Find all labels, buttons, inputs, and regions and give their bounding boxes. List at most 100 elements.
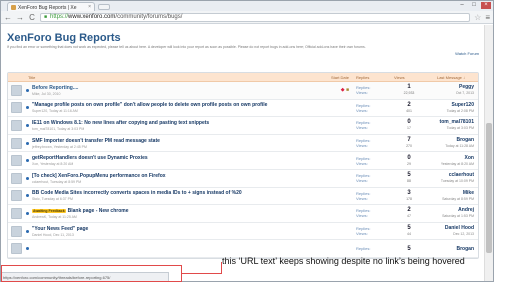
- thread-title-line: "Manage profile posts on own profile" do…: [32, 102, 324, 108]
- thread-meta: tom_mal78101, Today at 3:03 PM: [32, 126, 85, 131]
- thread-info: IE11 on Windows 8.1: No new lines after …: [32, 120, 324, 131]
- last-message: Andrej Saturday at 1:53 PM: [424, 207, 478, 219]
- unread-dot-icon: [26, 247, 29, 251]
- avatar[interactable]: [11, 155, 22, 167]
- window-close-button[interactable]: ×: [481, 2, 491, 9]
- thread-meta: jeffrey.brown, Yesterday at 2:45 PM: [32, 144, 87, 149]
- last-post-date[interactable]: Yesterday at 8:20 AM: [424, 161, 474, 167]
- thread-row[interactable]: "Manage profile posts on own profile" do…: [8, 99, 478, 118]
- thread-title-link[interactable]: IE11 on Windows 8.1: No new lines after …: [32, 120, 209, 126]
- last-post-date[interactable]: Saturday at 8:59 PM: [424, 196, 474, 202]
- thread-stats: 0 17: [394, 119, 424, 131]
- last-post-date[interactable]: Dec 12, 2013: [424, 231, 474, 237]
- thread-stats: 7 270: [394, 137, 424, 149]
- views-label: Views:: [356, 231, 368, 237]
- bookmark-star-icon[interactable]: ☆: [474, 13, 481, 22]
- header-title[interactable]: Title: [8, 75, 324, 80]
- thread-title-link[interactable]: Blank page - New chrome: [68, 208, 129, 214]
- thread-meta: Stoic, Tuesday at 6:37 PM: [32, 197, 73, 202]
- thread-title-line: [To check] XenForo.PopupMenu performance…: [32, 173, 324, 179]
- thread-info: "Manage profile posts on own profile" do…: [32, 102, 324, 113]
- thread-stats: 3 178: [394, 190, 424, 202]
- thread-prefix-badge[interactable]: Awaiting Feedback: [32, 208, 66, 213]
- avatar[interactable]: [11, 225, 22, 237]
- thread-row[interactable]: getReportHandlers doesn't use Dynamic Pr…: [8, 152, 478, 170]
- header-start-date[interactable]: Start Date: [324, 75, 352, 80]
- watch-forum-link[interactable]: Watch Forum: [7, 50, 479, 58]
- thread-title-link[interactable]: "Manage profile posts on own profile" do…: [32, 102, 267, 108]
- pagination-area: [7, 58, 479, 72]
- avatar[interactable]: [11, 172, 22, 184]
- thread-info: "Your News Feed" page Daniel Hood, Dec 11…: [32, 226, 324, 237]
- annotation-line: [182, 273, 222, 274]
- views-count: 270: [406, 144, 412, 149]
- last-post-date[interactable]: Today at 2:08 PM: [424, 108, 474, 114]
- avatar[interactable]: [11, 84, 22, 96]
- header-last-message[interactable]: Last Message ↓: [424, 75, 478, 80]
- back-arrow-icon[interactable]: ←: [4, 13, 12, 22]
- page-content: XenForo Bug Reports If you find an error…: [1, 25, 485, 281]
- thread-title-line: IE11 on Windows 8.1: No new lines after …: [32, 120, 324, 126]
- thread-title-line: "Your News Feed" page: [32, 226, 324, 232]
- last-post-date[interactable]: Today at 3:03 PM: [424, 125, 474, 131]
- thread-stat-labels: Replies: Views:: [352, 103, 394, 113]
- sticky-pin-icon: ◆: [340, 87, 345, 94]
- thread-title-line: getReportHandlers doesn't use Dynamic Pr…: [32, 155, 324, 161]
- avatar[interactable]: [11, 207, 22, 219]
- header-views[interactable]: Views: [394, 75, 424, 80]
- avatar[interactable]: [11, 119, 22, 131]
- last-poster-link[interactable]: Brogan: [424, 246, 475, 252]
- avatar[interactable]: [11, 137, 22, 149]
- unread-dot-icon: [26, 229, 29, 233]
- thread-meta: Xon, Yesterday at 8:20 AM: [32, 162, 74, 167]
- reload-icon[interactable]: C: [28, 13, 36, 22]
- unread-dot-icon: [26, 141, 29, 145]
- header-replies[interactable]: Replies: [352, 75, 394, 80]
- last-post-date[interactable]: Saturday at 1:53 PM: [424, 213, 474, 219]
- thread-row[interactable]: [To check] XenForo.PopupMenu performance…: [8, 169, 478, 188]
- thread-stats: 5: [394, 246, 424, 252]
- thread-row[interactable]: "Your News Feed" page Daniel Hood, Dec 11…: [8, 222, 478, 241]
- thread-stats: 2 401: [394, 102, 424, 114]
- address-bar[interactable]: ■ https://www.xenforo.com/community/foru…: [40, 12, 471, 22]
- thread-title-link[interactable]: BB Code Media Sites incorrectly converts…: [32, 190, 242, 196]
- forward-arrow-icon[interactable]: →: [16, 13, 24, 22]
- thread-stat-labels: Replies: Views:: [352, 85, 394, 95]
- last-message: Daniel Hood Dec 12, 2013: [424, 225, 478, 237]
- url-path: /community/forums/bugs/: [115, 14, 183, 20]
- thread-title-link[interactable]: SMF Importer doesn't transfer PM read me…: [32, 138, 160, 144]
- thread-row[interactable]: IE11 on Windows 8.1: No new lines after …: [8, 117, 478, 135]
- thread-title-link[interactable]: Before Reporting....: [32, 85, 78, 91]
- page-title: XenForo Bug Reports: [7, 32, 121, 44]
- thread-stat-labels: Replies: Views:: [352, 138, 394, 148]
- avatar[interactable]: [11, 243, 22, 255]
- thread-rows: Before Reporting.... Mike, Jul 30, 2010 ◆ …: [8, 82, 478, 258]
- avatar[interactable]: [11, 102, 22, 114]
- minimize-button[interactable]: –: [457, 2, 467, 9]
- vertical-scrollbar[interactable]: [484, 25, 493, 281]
- thread-row[interactable]: Before Reporting.... Mike, Jul 30, 2010 ◆ …: [8, 82, 478, 100]
- unread-dot-icon: [26, 159, 29, 163]
- thread-list: Title Start Date Replies Views Last Mess…: [7, 72, 479, 259]
- last-post-date[interactable]: Tuesday at 10:09 PM: [424, 178, 474, 184]
- views-count: 178: [406, 196, 412, 201]
- new-tab-button[interactable]: [98, 4, 110, 10]
- last-post-date[interactable]: Today at 11:28 AM: [424, 143, 474, 149]
- last-post-date[interactable]: Oct 7, 2013: [424, 90, 474, 96]
- thread-row[interactable]: Awaiting Feedback Blank page - New chrome…: [8, 205, 478, 223]
- thread-row[interactable]: SMF Importer doesn't transfer PM read me…: [8, 134, 478, 153]
- scrollbar-thumb[interactable]: [486, 123, 492, 253]
- annotation-highlight-box: [1, 265, 182, 282]
- browser-tab[interactable]: XenForo Bug Reports | Xe ×: [7, 2, 95, 11]
- tab-close-icon[interactable]: ×: [88, 4, 91, 10]
- maximize-button[interactable]: □: [469, 2, 479, 9]
- thread-title-link[interactable]: "Your News Feed" page: [32, 226, 88, 232]
- browser-menu-icon[interactable]: ≡: [485, 13, 490, 22]
- thread-row[interactable]: BB Code Media Sites incorrectly converts…: [8, 187, 478, 206]
- thread-title-link[interactable]: getReportHandlers doesn't use Dynamic Pr…: [32, 155, 148, 161]
- thread-stat-labels: Replies: Views:: [352, 156, 394, 166]
- secure-lock-icon: ■: [44, 14, 48, 20]
- avatar[interactable]: [11, 190, 22, 202]
- thread-title-link[interactable]: [To check] XenForo.PopupMenu performance…: [32, 173, 166, 179]
- thread-info: SMF Importer doesn't transfer PM read me…: [32, 138, 324, 149]
